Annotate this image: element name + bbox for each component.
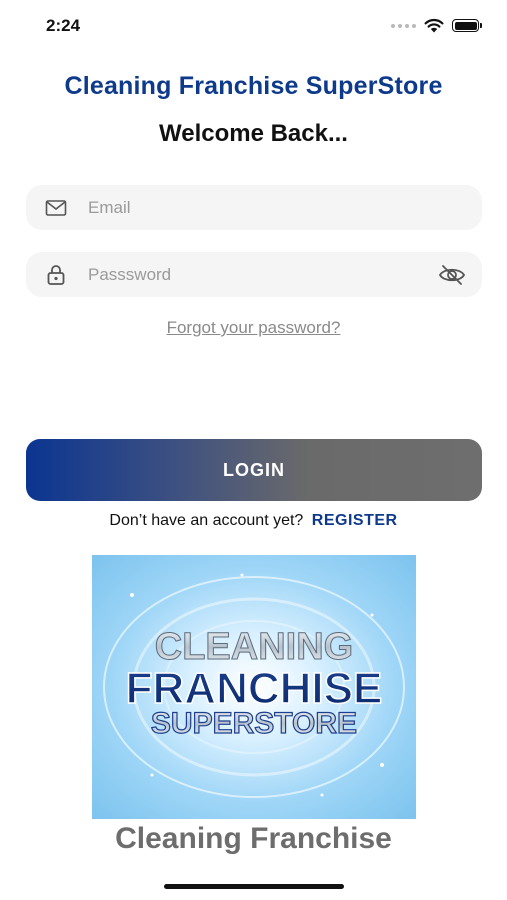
brand-logo-image: CLEANING FRANCHISE SUPERSTORE	[92, 555, 416, 819]
eye-off-icon[interactable]	[438, 263, 466, 287]
password-field[interactable]	[26, 252, 482, 297]
forgot-password-link[interactable]: Forgot your password?	[167, 318, 341, 337]
email-field[interactable]	[26, 185, 482, 230]
status-icons	[391, 18, 482, 33]
password-input[interactable]	[88, 252, 418, 297]
footer-title: Cleaning Franchise	[115, 822, 392, 855]
logo-line-superstore: SUPERSTORE	[151, 707, 357, 740]
register-prompt: Don’t have an account yet? REGISTER	[0, 512, 507, 530]
logo-line-cleaning: CLEANING	[155, 626, 353, 668]
register-link[interactable]: REGISTER	[312, 512, 398, 529]
mail-icon	[45, 200, 67, 216]
status-bar: 2:24	[0, 0, 507, 52]
cellular-signal-icon	[391, 23, 416, 28]
logo-graphic: CLEANING FRANCHISE SUPERSTORE	[103, 573, 405, 798]
forgot-password-row: Forgot your password?	[0, 318, 507, 338]
email-input[interactable]	[88, 185, 418, 230]
no-account-text: Don’t have an account yet?	[109, 512, 304, 529]
battery-icon	[452, 19, 482, 32]
login-button[interactable]: LOGIN	[26, 439, 482, 501]
welcome-heading: Welcome Back...	[159, 120, 348, 147]
lock-icon	[47, 265, 65, 285]
home-indicator[interactable]	[164, 884, 344, 889]
wifi-icon	[424, 18, 444, 33]
app-title: Cleaning Franchise SuperStore	[64, 72, 443, 100]
logo-line-franchise: FRANCHISE	[126, 664, 383, 713]
status-time: 2:24	[46, 16, 81, 35]
